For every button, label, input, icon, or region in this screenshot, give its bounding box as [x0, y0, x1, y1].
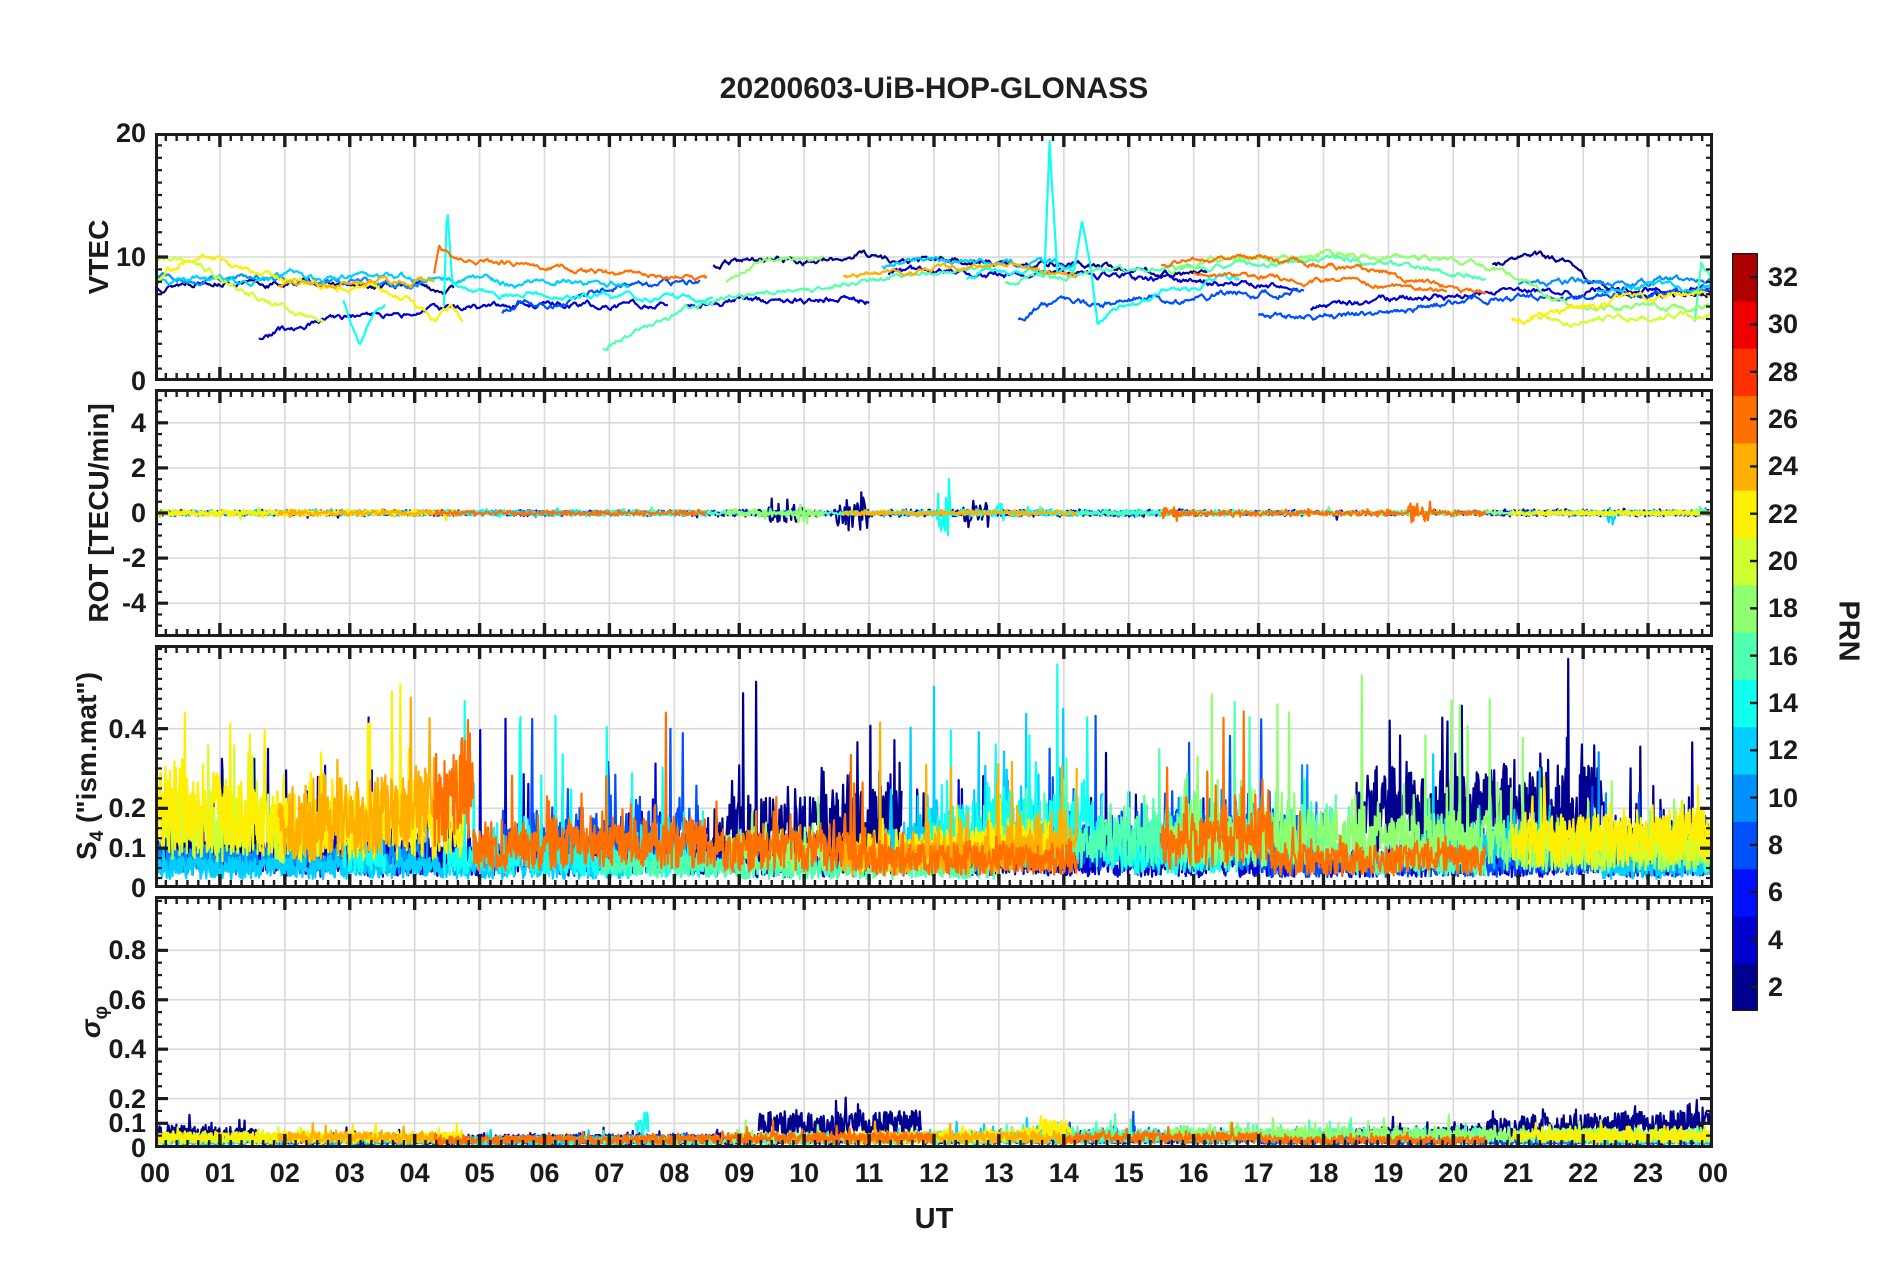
colorbar-tick-label: 18	[1768, 593, 1799, 624]
chart-title: 20200603-UiB-HOP-GLONASS	[719, 72, 1149, 105]
x-tick-label: 20	[1438, 1158, 1469, 1188]
colorbar-tick-label: 32	[1768, 262, 1799, 293]
colorbar-tick-label: 16	[1768, 640, 1799, 671]
x-tick-label: 16	[1178, 1158, 1209, 1188]
x-tick-label: 09	[724, 1158, 755, 1188]
colorbar-gradient	[1732, 253, 1758, 1011]
colorbar-tick-label: 24	[1768, 451, 1799, 482]
x-tick-label: 15	[1113, 1158, 1144, 1188]
colorbar-tick-label: 14	[1768, 687, 1799, 718]
panel-rot	[155, 389, 1713, 637]
y-tick-label-s4: 0.2	[108, 793, 146, 824]
x-tick-label: 02	[269, 1158, 300, 1188]
y-tick-label-vtec: 0	[130, 366, 146, 396]
colorbar-tick-label: 6	[1768, 877, 1784, 908]
colorbar-tick-label: 8	[1768, 829, 1784, 860]
y-tick-label-rot: -2	[121, 543, 146, 574]
x-tick-label: 05	[464, 1158, 495, 1188]
x-tick-label: 21	[1503, 1158, 1534, 1188]
y-tick-label-sigma-phi: 0.8	[108, 935, 146, 966]
colorbar-tick-label: 10	[1768, 782, 1799, 813]
colorbar-tick-label: 30	[1768, 309, 1799, 340]
x-axis-label: UT	[914, 1203, 954, 1235]
colorbar-tick-label: 2	[1768, 971, 1784, 1002]
y-tick-label-sigma-phi: 0.4	[108, 1034, 146, 1065]
panel-sigma-phi	[155, 896, 1713, 1148]
x-tick-label: 13	[983, 1158, 1014, 1188]
y-tick-label-s4: 0	[130, 873, 146, 903]
colorbar-tick-label: 4	[1768, 924, 1784, 955]
x-tick-label: 03	[334, 1158, 365, 1188]
x-tick-label: 18	[1308, 1158, 1339, 1188]
colorbar-tick-label: 28	[1768, 356, 1799, 387]
x-tick-label: 01	[204, 1158, 235, 1188]
x-tick-label: 11	[854, 1158, 884, 1188]
colorbar-tick-label: 20	[1768, 546, 1799, 577]
figure-glonass-scintillation: 20200603-UiB-HOP-GLONASS VTEC ROT [TECU/…	[0, 0, 1902, 1272]
y-tick-label-vtec: 20	[115, 118, 146, 148]
plot-area-sigma-phi	[155, 896, 1713, 1148]
plot-area-s4	[155, 645, 1713, 888]
prn-colorbar	[1732, 253, 1758, 1011]
plot-area-vtec	[155, 133, 1713, 381]
x-tick-label: 14	[1048, 1158, 1079, 1188]
x-tick-label: 12	[918, 1158, 950, 1188]
colorbar-tick-label: 26	[1768, 404, 1799, 435]
y-tick-label-rot: 4	[130, 407, 146, 438]
x-tick-label: 08	[659, 1158, 690, 1188]
plot-area-rot	[155, 389, 1713, 637]
y-tick-label-rot: 2	[130, 452, 146, 483]
x-tick-label: 10	[789, 1158, 820, 1188]
x-tick-label: 23	[1633, 1158, 1664, 1188]
y-tick-label-sigma-phi: 0.2	[108, 1083, 146, 1114]
panel-s4	[155, 645, 1713, 888]
x-tick-label: 00	[139, 1158, 171, 1188]
y-tick-label-s4: 0.4	[108, 713, 146, 744]
y-tick-label-sigma-phi: 0.6	[108, 984, 146, 1015]
panel-vtec	[155, 133, 1713, 381]
y-tick-label-rot: -4	[121, 588, 146, 619]
x-tick-label: 06	[529, 1158, 560, 1188]
x-tick-label: 00	[1697, 1158, 1729, 1188]
x-tick-label: 04	[399, 1158, 430, 1188]
y-tick-label-vtec: 10	[115, 242, 146, 272]
x-tick-label: 19	[1373, 1158, 1404, 1188]
colorbar-tick-label: 12	[1768, 735, 1799, 766]
x-tick-label: 07	[594, 1158, 625, 1188]
x-tick-label: 17	[1243, 1158, 1274, 1188]
colorbar-tick-label: 22	[1768, 498, 1799, 529]
y-tick-label-s4: 0.1	[108, 833, 146, 864]
y-tick-label-rot: 0	[130, 498, 146, 528]
x-tick-label: 22	[1568, 1158, 1599, 1188]
